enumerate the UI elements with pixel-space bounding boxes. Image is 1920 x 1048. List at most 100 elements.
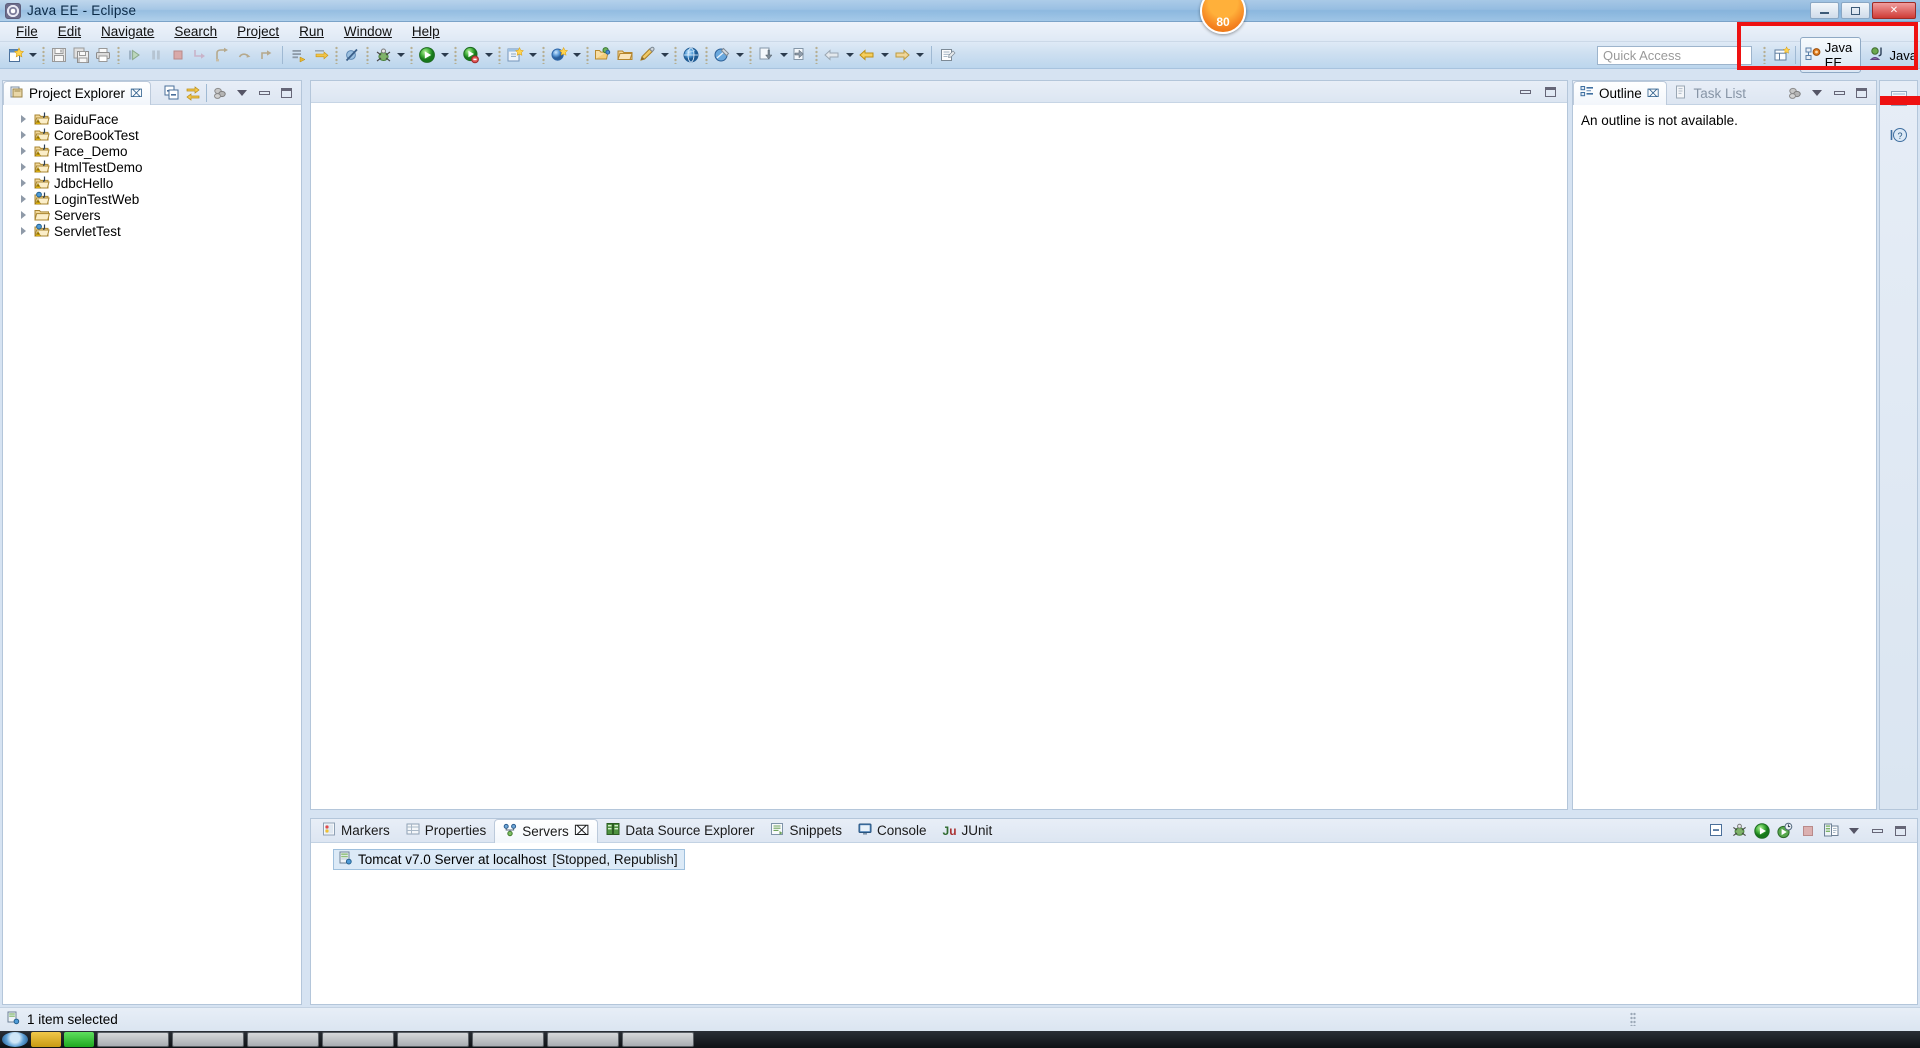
collapse-all-icon[interactable] — [1707, 822, 1725, 840]
run-dropdown-icon[interactable] — [438, 44, 451, 66]
tab-junit[interactable]: Ju JUnit — [935, 819, 1001, 843]
pencil-edit-dropdown-icon[interactable] — [658, 44, 671, 66]
menu-run[interactable]: Run — [289, 23, 334, 40]
tree-item[interactable]: Servers — [3, 207, 301, 223]
view-menu-chevron-down-icon[interactable] — [1808, 84, 1826, 102]
chevron-right-icon[interactable] — [21, 147, 30, 156]
publish-icon[interactable] — [1822, 822, 1840, 840]
maximize-editor-icon[interactable] — [1541, 83, 1559, 101]
new-wizard-dropdown-icon[interactable] — [26, 44, 39, 66]
chevron-right-icon[interactable] — [21, 131, 30, 140]
taskbar-item[interactable] — [172, 1032, 244, 1047]
link-with-editor-icon[interactable] — [184, 84, 202, 102]
import-dropdown-icon[interactable] — [777, 44, 790, 66]
stop-server-icon[interactable] — [1799, 822, 1817, 840]
next-annotation-icon[interactable] — [288, 44, 310, 66]
menu-navigate[interactable]: Navigate — [91, 23, 164, 40]
open-perspective-button[interactable] — [1773, 45, 1791, 65]
chevron-right-icon[interactable] — [21, 211, 30, 220]
tree-item[interactable]: ServletTest — [3, 223, 301, 239]
tree-item[interactable]: JdbcHello — [3, 175, 301, 191]
new-editor-icon[interactable] — [937, 44, 959, 66]
step-over-icon[interactable] — [211, 44, 233, 66]
external-tools-icon[interactable] — [711, 44, 733, 66]
start-server-icon[interactable] — [1753, 822, 1771, 840]
tab-markers[interactable]: Markers — [314, 819, 398, 843]
terminate-icon[interactable] — [167, 44, 189, 66]
menu-file[interactable]: File — [6, 23, 48, 40]
restore-view-icon[interactable] — [1887, 87, 1911, 111]
open-type-icon[interactable] — [592, 44, 614, 66]
tree-item[interactable]: CoreBookTest — [3, 127, 301, 143]
web-browser-icon[interactable] — [680, 44, 702, 66]
run-icon[interactable] — [416, 44, 438, 66]
view-menu-chevron-down-icon[interactable] — [1845, 822, 1863, 840]
chevron-right-icon[interactable] — [21, 163, 30, 172]
window-restore-button[interactable] — [1841, 2, 1870, 19]
tree-item[interactable]: BaiduFace — [3, 111, 301, 127]
save-icon[interactable] — [48, 44, 70, 66]
tree-item[interactable]: Face_Demo — [3, 143, 301, 159]
forward-icon[interactable] — [891, 44, 913, 66]
view-menu-icon[interactable] — [1786, 84, 1804, 102]
step-into-icon[interactable] — [189, 44, 211, 66]
tab-outline[interactable]: Outline ⌧ — [1573, 80, 1668, 105]
minimize-editor-icon[interactable] — [1516, 83, 1534, 101]
debug-dropdown-icon[interactable] — [394, 44, 407, 66]
window-controls[interactable]: ✕ — [1810, 2, 1916, 19]
menu-help[interactable]: Help — [402, 23, 450, 40]
maximize-view-icon[interactable] — [1891, 822, 1909, 840]
tab-snippets[interactable]: Snippets — [762, 819, 850, 843]
chevron-right-icon[interactable] — [21, 179, 30, 188]
tab-servers[interactable]: Servers ⌧ — [494, 818, 599, 843]
tab-console[interactable]: Console — [850, 819, 935, 843]
print-icon[interactable] — [92, 44, 114, 66]
new-wizard-icon[interactable] — [4, 44, 26, 66]
taskbar-item[interactable] — [31, 1032, 61, 1047]
collapse-all-icon[interactable] — [162, 84, 180, 102]
pencil-edit-icon[interactable] — [636, 44, 658, 66]
taskbar-item[interactable] — [397, 1032, 469, 1047]
tab-task-list[interactable]: Task List — [1667, 81, 1754, 105]
status-resize-grip[interactable] — [1630, 1012, 1636, 1026]
save-all-icon[interactable] — [70, 44, 92, 66]
export-icon[interactable] — [790, 44, 812, 66]
tab-data-source-explorer[interactable]: Data Source Explorer — [598, 819, 762, 843]
new-java-project-dropdown-icon[interactable] — [526, 44, 539, 66]
resume-icon[interactable] — [123, 44, 145, 66]
debug-icon[interactable] — [372, 44, 394, 66]
perspective-java-ee-button[interactable]: Java EE — [1799, 37, 1862, 73]
taskbar-item[interactable] — [247, 1032, 319, 1047]
minimize-view-icon[interactable] — [1830, 84, 1848, 102]
chevron-right-icon[interactable] — [21, 195, 30, 204]
start-orb-icon[interactable] — [2, 1032, 28, 1047]
window-close-button[interactable]: ✕ — [1872, 2, 1916, 19]
view-menu-icon[interactable] — [211, 84, 229, 102]
maximize-view-icon[interactable] — [277, 84, 295, 102]
back-icon[interactable] — [821, 44, 843, 66]
new-class-icon[interactable] — [548, 44, 570, 66]
external-tools-dropdown-icon[interactable] — [733, 44, 746, 66]
forward-dropdown-icon[interactable] — [913, 44, 926, 66]
tab-properties[interactable]: Properties — [398, 819, 495, 843]
back-highlight-dropdown-icon[interactable] — [878, 44, 891, 66]
tab-project-explorer[interactable]: Project Explorer ⌧ — [3, 80, 151, 105]
new-class-dropdown-icon[interactable] — [570, 44, 583, 66]
quick-access-input[interactable] — [1597, 46, 1752, 65]
back-dropdown-icon[interactable] — [843, 44, 856, 66]
run-as-server-icon[interactable] — [460, 44, 482, 66]
close-icon[interactable]: ⌧ — [130, 87, 143, 100]
minimize-view-icon[interactable] — [255, 84, 273, 102]
window-minimize-button[interactable] — [1810, 2, 1839, 19]
skip-breakpoints-icon[interactable] — [341, 44, 363, 66]
tree-item[interactable]: LoginTestWeb — [3, 191, 301, 207]
step-return-icon[interactable] — [233, 44, 255, 66]
debug-server-icon[interactable] — [1730, 822, 1748, 840]
run-as-server-dropdown-icon[interactable] — [482, 44, 495, 66]
maximize-view-icon[interactable] — [1852, 84, 1870, 102]
server-list-item[interactable]: Tomcat v7.0 Server at localhost [Stopped… — [333, 849, 685, 870]
menu-edit[interactable]: Edit — [48, 23, 91, 40]
taskbar-item[interactable] — [622, 1032, 694, 1047]
profile-server-icon[interactable] — [1776, 822, 1794, 840]
suspend-icon[interactable] — [145, 44, 167, 66]
